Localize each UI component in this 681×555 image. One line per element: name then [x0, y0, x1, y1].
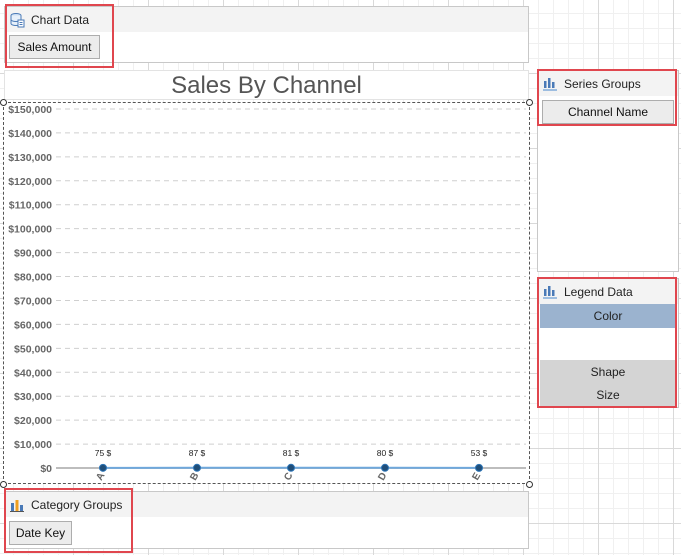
y-tick-label: $100,000 [8, 224, 52, 236]
x-tick-label: B [188, 471, 201, 483]
database-icon [10, 12, 25, 27]
data-label: 81 $ [283, 448, 300, 458]
data-label: 80 $ [377, 448, 394, 458]
legend-row-empty[interactable] [540, 328, 676, 360]
series-groups-panel: Series Groups Channel Name [537, 70, 679, 272]
y-tick-label: $30,000 [14, 391, 52, 403]
data-label: 75 $ [95, 448, 112, 458]
x-tick-label: A [94, 471, 107, 483]
chart-title[interactable]: Sales By Channel [4, 70, 529, 100]
y-tick-label: $70,000 [14, 295, 52, 307]
legend-data-header: Legend Data [538, 279, 678, 304]
legend-row-shape[interactable]: Shape [540, 360, 676, 384]
category-groups-header: Category Groups [5, 492, 528, 517]
y-tick-label: $20,000 [14, 415, 52, 427]
x-tick-label: D [376, 471, 389, 483]
data-point [381, 463, 389, 472]
legend-data-panel: Legend Data Color Shape Size [537, 278, 679, 408]
channel-name-button[interactable]: Channel Name [542, 100, 674, 124]
y-tick-label: $90,000 [14, 248, 52, 260]
y-tick-label: $150,000 [8, 104, 52, 116]
chart-data-title: Chart Data [31, 12, 90, 27]
data-point [475, 463, 483, 472]
y-tick-label: $60,000 [14, 319, 52, 331]
y-tick-label: $40,000 [14, 367, 52, 379]
data-point [193, 463, 201, 472]
y-tick-label: $80,000 [14, 272, 52, 284]
legend-data-title: Legend Data [564, 284, 633, 299]
data-point [99, 463, 107, 472]
category-groups-title: Category Groups [31, 497, 123, 512]
resize-handle-bottom-right[interactable] [526, 481, 533, 488]
bar-chart-icon [10, 499, 24, 512]
chart-plot-area[interactable]: $0 $10,000 $20,000 $30,000 $40,000 $50,000 $60… [3, 102, 530, 484]
series-chart-icon [543, 77, 557, 91]
resize-handle-top-right[interactable] [526, 99, 533, 106]
y-tick-label: $140,000 [8, 128, 52, 140]
y-tick-label: $120,000 [8, 176, 52, 188]
data-label: 87 $ [189, 448, 206, 458]
legend-row-color[interactable]: Color [540, 304, 676, 328]
date-key-button[interactable]: Date Key [9, 521, 72, 545]
y-tick-label: $110,000 [9, 200, 52, 212]
series-groups-title: Series Groups [564, 76, 641, 91]
y-tick-label: $50,000 [14, 343, 52, 355]
data-point [287, 463, 295, 472]
y-tick-label: $0 [40, 463, 52, 475]
legend-chart-icon [543, 285, 557, 299]
resize-handle-top-left[interactable] [0, 99, 7, 106]
chart-data-header: Chart Data [5, 7, 528, 32]
sales-amount-button[interactable]: Sales Amount [9, 35, 100, 59]
chart-data-panel: Chart Data Sales Amount [4, 6, 529, 63]
x-tick-label: C [282, 471, 295, 483]
series-groups-header: Series Groups [538, 71, 678, 96]
line-chart: $0 $10,000 $20,000 $30,000 $40,000 $50,000 $60… [8, 104, 526, 483]
legend-row-size[interactable]: Size [540, 384, 676, 406]
y-tick-label: $130,000 [8, 152, 52, 164]
x-tick-label: E [470, 471, 483, 483]
category-groups-panel: Category Groups Date Key [4, 491, 529, 549]
data-label: 53 $ [471, 448, 488, 458]
resize-handle-bottom-left[interactable] [0, 481, 7, 488]
y-tick-label: $10,000 [14, 439, 52, 451]
